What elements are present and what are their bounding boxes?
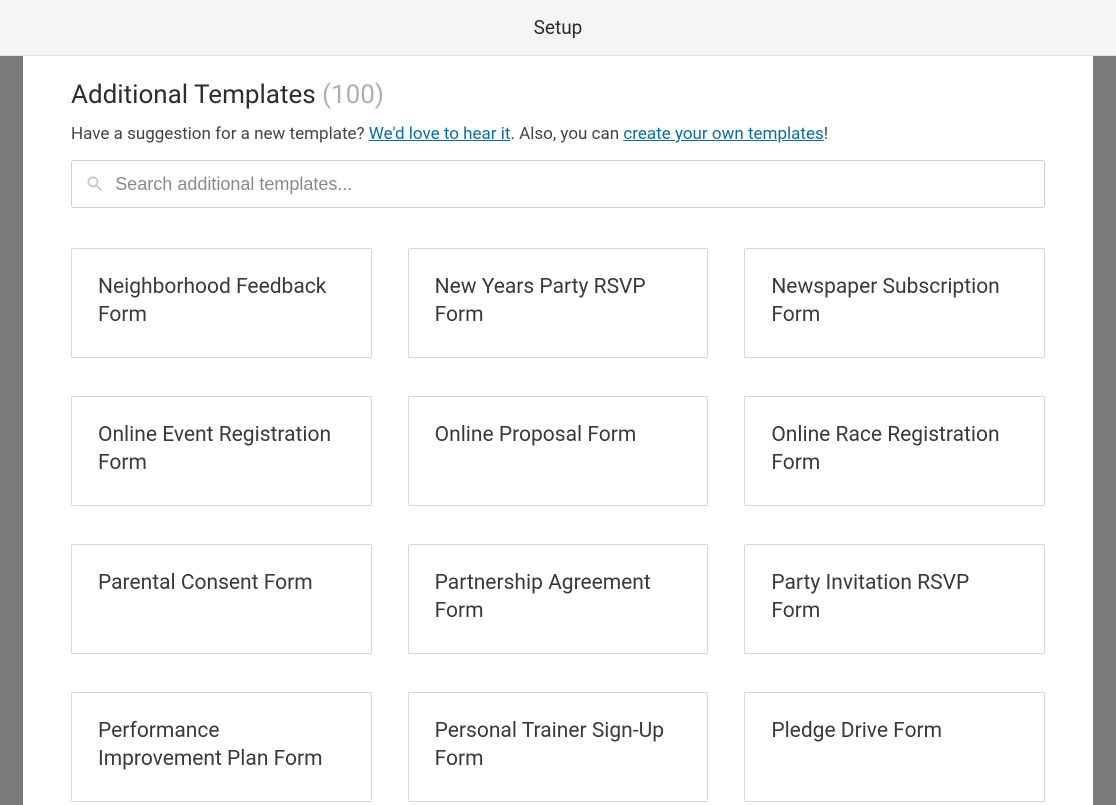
left-gutter [0,56,23,805]
search-input[interactable] [115,174,1032,195]
templates-grid: Neighborhood Feedback Form New Years Par… [23,248,1093,805]
page-title: Additional Templates (100) [71,80,1045,110]
body-area: Additional Templates (100) Have a sugges… [0,56,1116,805]
template-card[interactable]: Pledge Drive Form [744,692,1045,802]
template-name: Online Event Registration Form [98,421,345,478]
page-title-count: (100) [322,80,384,110]
template-name: Online Race Registration Form [771,421,1018,478]
template-name: Newspaper Subscription Form [771,273,1018,330]
template-name: Partnership Agreement Form [435,569,682,626]
page-title-text: Additional Templates [71,80,316,110]
template-name: New Years Party RSVP Form [435,273,682,330]
suggestion-link[interactable]: We'd love to hear it [369,124,511,144]
subtitle-suffix: ! [824,124,828,144]
template-card[interactable]: Online Proposal Form [408,396,709,506]
template-name: Party Invitation RSVP Form [771,569,1018,626]
search-icon [84,173,105,195]
header: Setup [0,0,1116,56]
right-gutter [1093,56,1116,805]
templates-scroll[interactable]: Neighborhood Feedback Form New Years Par… [23,248,1093,805]
template-name: Pledge Drive Form [771,717,942,745]
main-panel: Additional Templates (100) Have a sugges… [23,56,1093,805]
content-top: Additional Templates (100) Have a sugges… [23,56,1093,208]
page-subtitle: Have a suggestion for a new template? We… [71,124,1045,144]
template-card[interactable]: Online Event Registration Form [71,396,372,506]
template-card[interactable]: Personal Trainer Sign-Up Form [408,692,709,802]
template-name: Personal Trainer Sign-Up Form [435,717,682,774]
template-name: Performance Improvement Plan Form [98,717,345,774]
header-title: Setup [534,16,583,39]
template-card[interactable]: Performance Improvement Plan Form [71,692,372,802]
template-name: Neighborhood Feedback Form [98,273,345,330]
template-card[interactable]: Partnership Agreement Form [408,544,709,654]
subtitle-prefix: Have a suggestion for a new template? [71,124,369,144]
template-card[interactable]: Neighborhood Feedback Form [71,248,372,358]
subtitle-mid: . Also, you can [510,124,623,144]
template-name: Online Proposal Form [435,421,637,449]
template-card[interactable]: New Years Party RSVP Form [408,248,709,358]
template-card[interactable]: Online Race Registration Form [744,396,1045,506]
template-card[interactable]: Party Invitation RSVP Form [744,544,1045,654]
template-name: Parental Consent Form [98,569,313,597]
create-templates-link[interactable]: create your own templates [623,124,823,144]
template-card[interactable]: Newspaper Subscription Form [744,248,1045,358]
template-card[interactable]: Parental Consent Form [71,544,372,654]
search-wrap[interactable] [71,160,1045,208]
